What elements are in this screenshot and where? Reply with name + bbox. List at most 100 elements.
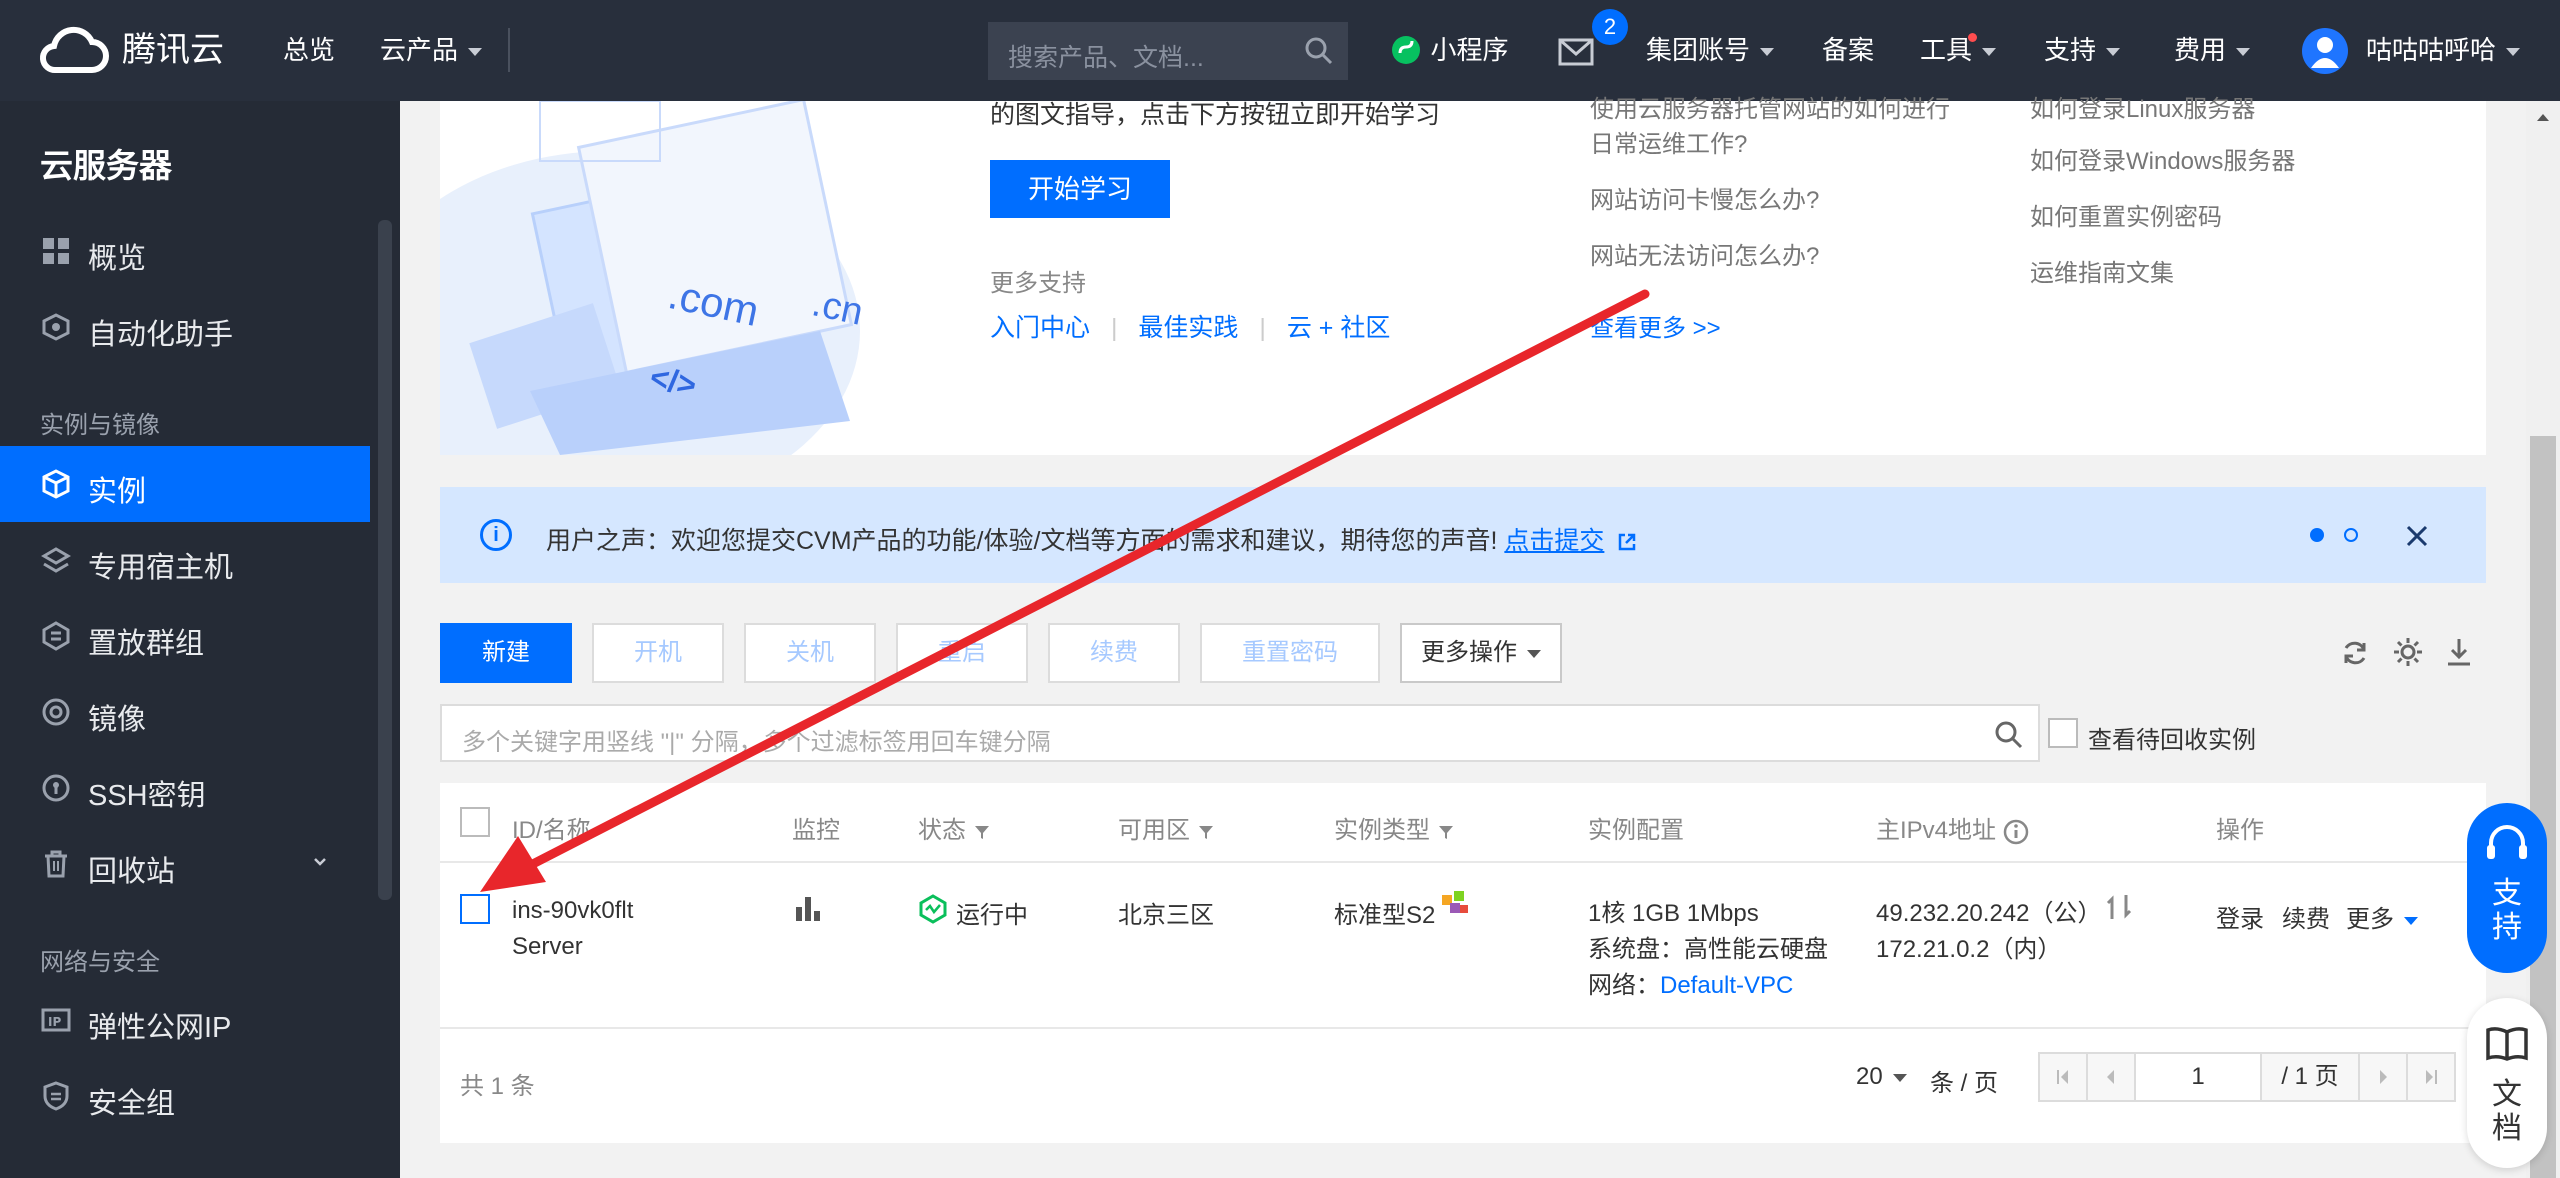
search-icon[interactable] — [1304, 36, 1334, 66]
new-instance-button[interactable]: 新建 — [440, 623, 572, 683]
search-input-placeholder: 多个关键字用竖线 "|" 分隔，多个过滤标签用回车键分隔 — [462, 729, 1051, 756]
sidebar-scrollbar[interactable] — [378, 220, 392, 900]
sidebar-item-images[interactable]: 镜像 — [0, 674, 370, 750]
link-getting-started[interactable]: 入门中心 — [990, 314, 1090, 342]
config-network-label: 网络： — [1588, 972, 1660, 999]
filter-icon[interactable] — [1437, 823, 1455, 841]
scroll-up-arrow-icon[interactable] — [2535, 111, 2551, 123]
chevron-down-icon — [2106, 48, 2121, 57]
sidebar-item-dedicated-host[interactable]: 专用宿主机 — [0, 522, 370, 598]
faq-item[interactable]: 使用云服务器托管网站的如何进行 — [1590, 89, 1950, 124]
carousel-dot-active[interactable] — [2310, 528, 2324, 542]
global-search[interactable]: 搜索产品、文档... — [988, 22, 1348, 80]
nav-tools[interactable]: 工具 — [1920, 35, 1997, 65]
stop-button[interactable]: 关机 — [744, 623, 876, 683]
chevron-down-icon — [1527, 649, 1541, 658]
login-link[interactable]: 登录 — [2216, 899, 2264, 934]
nav-overview[interactable]: 总览 — [283, 37, 335, 63]
faq-item[interactable]: 网站无法访问怎么办? — [1590, 236, 1819, 271]
faq-item[interactable]: 运维指南文集 — [2030, 253, 2174, 288]
start-learning-button[interactable]: 开始学习 — [990, 160, 1170, 218]
col-header-zone[interactable]: 可用区 — [1118, 810, 1215, 845]
show-recycle-checkbox[interactable] — [2048, 718, 2078, 748]
start-button[interactable]: 开机 — [592, 623, 724, 683]
col-header-status[interactable]: 状态 — [918, 810, 991, 845]
sidebar-item-security-group[interactable]: 安全组 — [0, 1058, 370, 1134]
row-renew-link[interactable]: 续费 — [2282, 899, 2330, 934]
last-page-button[interactable] — [2406, 1052, 2456, 1102]
sidebar-item-overview[interactable]: 概览 — [0, 213, 370, 289]
page-number-input[interactable]: 1 — [2134, 1052, 2262, 1102]
instance-id-link[interactable]: ins-90vk0flt — [512, 897, 633, 925]
faq-item[interactable]: 如何登录Linux服务器 — [2030, 89, 2255, 124]
reset-password-button[interactable]: 重置密码 — [1200, 623, 1380, 683]
sidebar-item-ssh-keys[interactable]: SSH密钥 — [0, 750, 370, 826]
link-community[interactable]: 云 + 社区 — [1287, 314, 1391, 342]
chevron-down-icon — [468, 48, 483, 57]
automation-icon — [42, 313, 70, 341]
first-page-button[interactable] — [2038, 1052, 2088, 1102]
faq-item[interactable]: 日常运维工作? — [1590, 124, 1747, 159]
close-icon[interactable] — [2404, 523, 2430, 549]
sidebar-item-instances[interactable]: 实例 — [0, 446, 370, 522]
external-link-icon[interactable] — [1617, 532, 1637, 552]
mail-icon[interactable] — [1558, 38, 1594, 66]
tencent-cloud-logo-icon[interactable] — [36, 26, 110, 81]
sidebar-item-placement-group[interactable]: 置放群组 — [0, 598, 370, 674]
nav-support[interactable]: 支持 — [2044, 37, 2121, 63]
refresh-icon[interactable] — [2340, 638, 2370, 668]
gear-icon[interactable] — [2392, 636, 2424, 668]
floating-support-button[interactable]: 支持 — [2467, 803, 2547, 973]
faq-item[interactable]: 网站访问卡慢怎么办? — [1590, 180, 1819, 215]
restart-button[interactable]: 重启 — [896, 623, 1028, 683]
sidebar-item-recycle-bin[interactable]: 回收站 — [0, 826, 370, 902]
next-page-button[interactable] — [2358, 1052, 2408, 1102]
nav-filing[interactable]: 备案 — [1822, 37, 1874, 63]
miniprogram-icon — [1392, 36, 1420, 64]
nav-tools-label: 工具 — [1920, 35, 1973, 65]
host-icon — [41, 547, 71, 573]
page-size-select[interactable]: 20 — [1856, 1063, 1907, 1091]
link-best-practice[interactable]: 最佳实践 — [1138, 314, 1238, 342]
chevron-down-icon — [1982, 48, 1997, 57]
carousel-dot[interactable] — [2344, 528, 2358, 542]
more-actions-dropdown[interactable]: 更多操作 — [1400, 623, 1562, 683]
monitor-bar-chart-icon[interactable] — [794, 893, 822, 923]
floating-docs-button[interactable]: 文档 — [2467, 998, 2547, 1168]
row-more-dropdown[interactable]: 更多 — [2346, 899, 2418, 934]
info-circle-icon[interactable] — [2003, 819, 2029, 845]
logo-text[interactable]: 腾讯云 — [122, 33, 224, 67]
link-separator: | — [1259, 314, 1266, 342]
row-divider — [440, 1027, 2486, 1029]
nav-products[interactable]: 云产品 — [380, 37, 483, 63]
prev-page-button[interactable] — [2086, 1052, 2136, 1102]
chevron-down-icon — [1892, 1073, 1907, 1082]
config-disk: 系统盘：高性能云硬盘 — [1588, 936, 1828, 963]
avatar[interactable] — [2302, 28, 2348, 74]
filter-icon[interactable] — [973, 823, 991, 841]
nav-billing[interactable]: 费用 — [2174, 37, 2251, 63]
nav-group-account[interactable]: 集团账号 — [1646, 37, 1775, 63]
select-all-checkbox[interactable] — [460, 807, 490, 837]
switch-ip-icon[interactable] — [2106, 893, 2132, 921]
faq-item[interactable]: 如何重置实例密码 — [2030, 197, 2222, 232]
instance-search-input[interactable]: 多个关键字用竖线 "|" 分隔，多个过滤标签用回车键分隔 — [440, 704, 2040, 762]
filter-icon[interactable] — [1197, 823, 1215, 841]
sidebar-item-eip[interactable]: IP 弹性公网IP — [0, 982, 370, 1058]
see-more-link[interactable]: 查看更多 >> — [1590, 308, 1721, 343]
sidebar-item-label: 回收站 — [88, 856, 176, 888]
show-recycle-label: 查看待回收实例 — [2088, 727, 2256, 754]
miniprogram-link[interactable]: 小程序 — [1390, 34, 1508, 66]
notice-submit-link[interactable]: 点击提交 — [1504, 527, 1604, 555]
faq-item[interactable]: 如何登录Windows服务器 — [2030, 141, 2295, 176]
row-checkbox[interactable] — [460, 894, 490, 924]
user-menu[interactable]: 咕咕咕呼哈 — [2366, 37, 2521, 63]
chevron-down-icon — [1760, 48, 1775, 57]
download-icon[interactable] — [2444, 636, 2474, 668]
sidebar-title: 云服务器 — [40, 147, 172, 184]
renew-button[interactable]: 续费 — [1048, 623, 1180, 683]
search-icon[interactable] — [1994, 720, 2024, 750]
sidebar-item-automation[interactable]: 自动化助手 — [0, 289, 370, 365]
vpc-link[interactable]: Default-VPC — [1660, 972, 1793, 999]
col-header-type[interactable]: 实例类型 — [1334, 810, 1455, 845]
